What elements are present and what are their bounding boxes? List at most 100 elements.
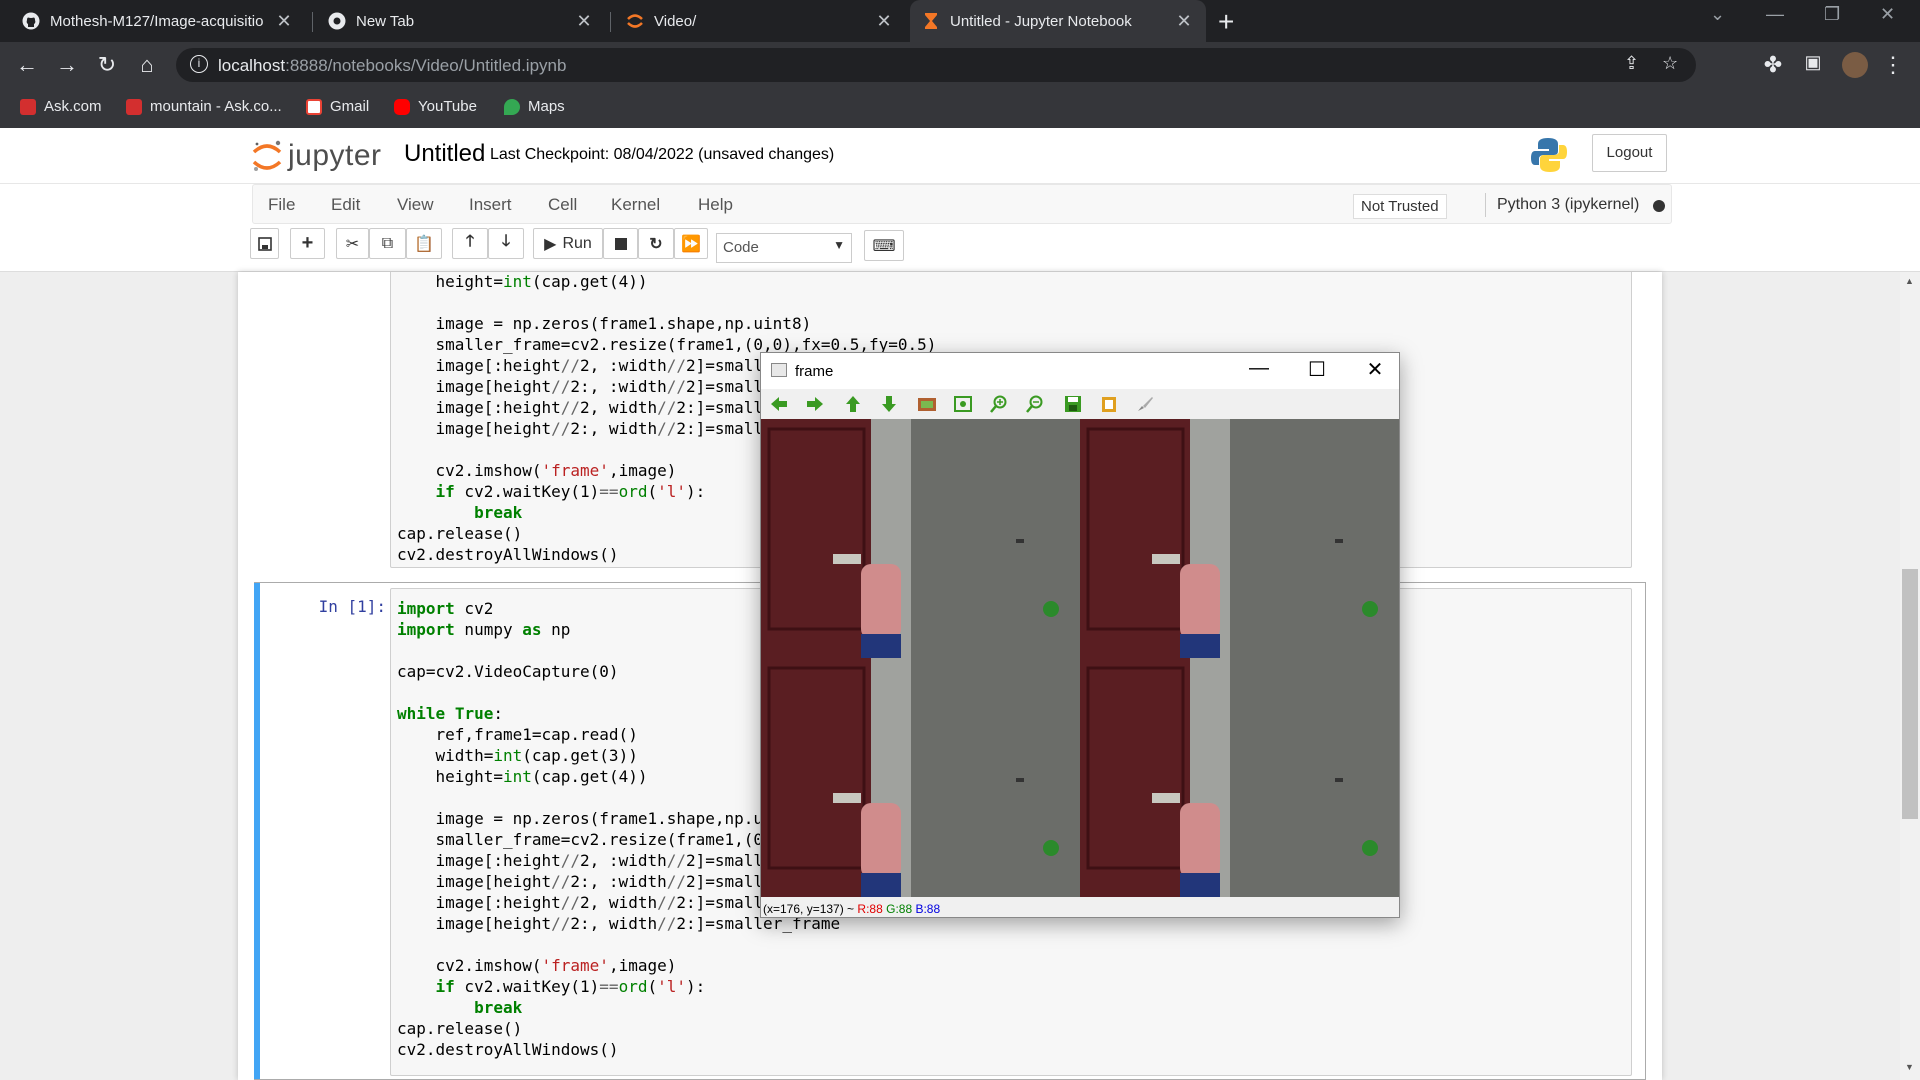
cell-type-value: Code [723, 239, 759, 256]
kernel-status-icon [1653, 200, 1665, 212]
bookmark-star-icon[interactable]: ☆ [1662, 53, 1678, 74]
close-icon[interactable]: ✕ [874, 11, 894, 32]
cut-button[interactable]: ✂ [336, 228, 369, 259]
pixel-status-bar: (x=176, y=137) ~ R:88 G:88 B:88 [761, 897, 1399, 917]
menu-file[interactable]: File [268, 195, 295, 215]
tab-untitled-notebook[interactable]: Untitled - Jupyter Notebook ✕ [910, 0, 1206, 42]
command-palette-button[interactable]: ⌨ [864, 230, 904, 261]
camera-frame-image [761, 658, 1080, 897]
zoom-fit-icon[interactable] [917, 395, 937, 413]
pan-up-icon[interactable] [843, 395, 863, 413]
ask-icon [126, 98, 142, 115]
save-button[interactable] [250, 228, 279, 259]
youtube-icon [394, 98, 410, 115]
pixel-r-value: R:88 [857, 902, 883, 916]
back-icon[interactable]: ← [14, 52, 40, 78]
brush-icon[interactable] [1135, 395, 1155, 413]
paste-button[interactable]: 📋 [406, 228, 442, 259]
jupyter-header: jupyter Untitled Last Checkpoint: 08/04/… [0, 128, 1920, 184]
zoom-in-icon[interactable] [989, 395, 1009, 413]
scroll-down-icon[interactable]: ▼ [1905, 1062, 1914, 1072]
bookmark-maps[interactable]: Maps [504, 98, 565, 115]
zoom-out-icon[interactable] [1025, 395, 1045, 413]
logout-button[interactable]: Logout [1592, 134, 1667, 172]
bookmark-label: Gmail [330, 98, 370, 115]
camera-frame-image [1080, 658, 1399, 897]
restore-icon[interactable]: ❐ [1824, 4, 1840, 25]
move-up-button[interactable]: 🡑 [452, 228, 488, 259]
omnibox[interactable]: i localhost:8888/notebooks/Video/Untitle… [176, 48, 1696, 82]
code-line: height=int(cap.get(4)) [397, 272, 648, 291]
menu-edit[interactable]: Edit [331, 195, 360, 215]
url-text[interactable]: localhost:8888/notebooks/Video/Untitled.… [218, 56, 566, 76]
close-icon[interactable]: ✕ [1174, 11, 1194, 32]
camera-frame-grid[interactable] [761, 419, 1399, 897]
pan-right-icon[interactable] [805, 395, 825, 413]
profile-avatar[interactable] [1842, 52, 1868, 78]
gmail-icon [306, 98, 322, 115]
side-panel-icon[interactable]: ▣ [1800, 52, 1826, 73]
camera-frame-top-right [1080, 419, 1399, 658]
menu-container: File Edit View Insert Cell Kernel Help N… [252, 184, 1672, 224]
move-down-button[interactable]: 🡓 [488, 228, 524, 259]
close-icon[interactable]: ✕ [274, 11, 294, 32]
code-line: image = np.zeros(frame1.shape,np.uint8) [397, 314, 812, 333]
code-line: cv2.imshow('frame',image) [397, 956, 677, 975]
tab-video[interactable]: Video/ ✕ [614, 0, 906, 42]
opencv-frame-window[interactable]: frame — ☐ ✕ (x=176, y=137) ~ R:88 G:88 B… [760, 352, 1400, 918]
jupyter-logo[interactable]: jupyter [252, 138, 382, 174]
interrupt-button[interactable] [603, 228, 638, 259]
menu-cell[interactable]: Cell [548, 195, 577, 215]
trust-button[interactable]: Not Trusted [1353, 194, 1447, 219]
scrollbar-thumb[interactable] [1902, 569, 1918, 819]
camera-frame-image [1080, 419, 1399, 658]
restart-run-all-button[interactable]: ⏩ [674, 228, 708, 259]
minimize-icon[interactable]: — [1239, 357, 1279, 380]
kernel-name[interactable]: Python 3 (ipykernel) [1497, 196, 1639, 214]
pan-left-icon[interactable] [769, 395, 789, 413]
jupyter-logo-text: jupyter [288, 139, 382, 172]
browser-chrome: Mothesh-M127/Image-acquisitio ✕ New Tab … [0, 0, 1920, 128]
tab-new-tab[interactable]: New Tab ✕ [316, 0, 606, 42]
close-icon[interactable]: ✕ [574, 11, 594, 32]
site-info-icon[interactable]: i [190, 55, 208, 73]
close-icon[interactable]: ✕ [1355, 357, 1395, 382]
bookmark-label: YouTube [418, 98, 477, 115]
scroll-up-icon[interactable]: ▲ [1905, 276, 1914, 286]
tab-title: Video/ [654, 12, 697, 30]
bookmark-gmail[interactable]: Gmail [306, 98, 369, 115]
extensions-icon[interactable]: ✤ [1760, 52, 1786, 78]
save-image-icon[interactable] [1063, 395, 1083, 413]
more-menu-icon[interactable]: ⋮ [1880, 52, 1906, 78]
bookmark-youtube[interactable]: YouTube [394, 98, 477, 115]
tab-search-chevron-icon[interactable]: ⌄ [1710, 4, 1725, 25]
menu-kernel[interactable]: Kernel [611, 195, 660, 215]
zoom-original-icon[interactable] [953, 395, 973, 413]
bookmark-ask[interactable]: Ask.com [20, 98, 102, 115]
forward-icon[interactable]: → [54, 52, 80, 78]
insert-cell-button[interactable]: + [290, 228, 325, 259]
menu-help[interactable]: Help [698, 195, 733, 215]
properties-icon[interactable] [1099, 395, 1119, 413]
restart-button[interactable]: ↻ [638, 228, 674, 259]
tab-github[interactable]: Mothesh-M127/Image-acquisitio ✕ [10, 0, 306, 42]
bookmark-mountain[interactable]: mountain - Ask.co... [126, 98, 282, 115]
pixel-b-value: B:88 [915, 902, 941, 916]
pan-down-icon[interactable] [879, 395, 899, 413]
window-titlebar[interactable]: frame — ☐ ✕ [761, 353, 1399, 389]
jupyter-hourglass-icon [922, 12, 940, 30]
home-icon[interactable]: ⌂ [134, 52, 160, 78]
copy-button[interactable]: ⧉ [369, 228, 406, 259]
cell-type-select[interactable]: Code ▼ [716, 233, 852, 263]
menu-insert[interactable]: Insert [469, 195, 512, 215]
page-scrollbar[interactable]: ▲ ▼ [1900, 272, 1920, 1080]
notebook-name[interactable]: Untitled [404, 140, 485, 168]
window-close-icon[interactable]: ✕ [1880, 4, 1895, 25]
new-tab-button[interactable]: + [1218, 6, 1234, 38]
reload-icon[interactable]: ↻ [94, 52, 120, 78]
minimize-icon[interactable]: — [1766, 4, 1784, 25]
run-button[interactable]: ▶ Run [533, 228, 603, 259]
share-icon[interactable]: ⇪ [1624, 53, 1639, 74]
menu-view[interactable]: View [397, 195, 434, 215]
maximize-icon[interactable]: ☐ [1297, 357, 1337, 382]
